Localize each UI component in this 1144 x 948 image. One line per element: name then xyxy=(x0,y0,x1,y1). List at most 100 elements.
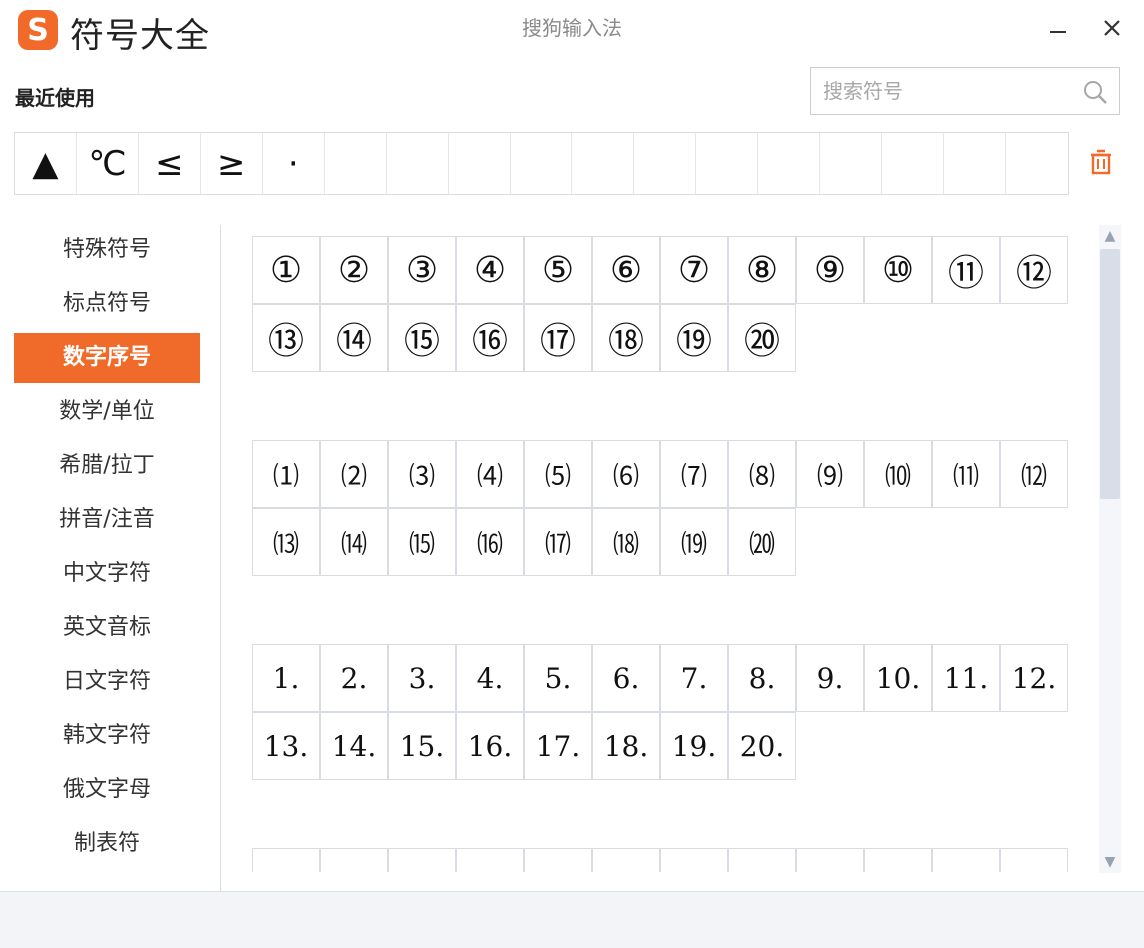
search-icon[interactable] xyxy=(1081,78,1109,106)
sidebar-item-1[interactable]: 标点符号 xyxy=(14,279,200,329)
symbol-cell[interactable]: ⑼ xyxy=(796,440,864,508)
symbol-cell[interactable]: 7. xyxy=(660,644,728,712)
symbol-cell[interactable]: ⑯ xyxy=(456,304,524,372)
symbol-cell[interactable]: VII xyxy=(660,848,728,872)
recent-symbol-cell[interactable]: ≤ xyxy=(139,133,201,194)
scrollbar-thumb[interactable] xyxy=(1100,249,1120,499)
search-box[interactable] xyxy=(810,67,1120,115)
symbol-cell[interactable]: 4. xyxy=(456,644,524,712)
recent-symbol-cell[interactable] xyxy=(634,133,697,194)
symbol-cell[interactable]: ⑨ xyxy=(796,236,864,304)
symbol-cell[interactable]: VI xyxy=(592,848,660,872)
symbol-cell[interactable]: II xyxy=(320,848,388,872)
symbol-cell[interactable]: ⑴ xyxy=(252,440,320,508)
symbol-cell[interactable]: XI xyxy=(932,848,1000,872)
symbol-cell[interactable]: 1. xyxy=(252,644,320,712)
recent-symbol-cell[interactable] xyxy=(758,133,821,194)
symbol-cell[interactable]: ④ xyxy=(456,236,524,304)
symbol-cell[interactable]: ③ xyxy=(388,236,456,304)
sidebar-item-5[interactable]: 拼音/注音 xyxy=(14,495,200,545)
sidebar-item-2[interactable]: 数字序号 xyxy=(14,333,200,383)
symbol-cell[interactable]: ② xyxy=(320,236,388,304)
symbol-cell[interactable]: ⑩ xyxy=(864,236,932,304)
symbol-cell[interactable]: 8. xyxy=(728,644,796,712)
symbol-cell[interactable]: ⑮ xyxy=(388,304,456,372)
vertical-scrollbar[interactable]: ▲ ▼ xyxy=(1099,225,1121,873)
symbol-cell[interactable]: ⑱ xyxy=(592,304,660,372)
symbol-cell[interactable]: ⒆ xyxy=(660,508,728,576)
symbol-cell[interactable]: ⑹ xyxy=(592,440,660,508)
recent-symbol-cell[interactable]: ℃ xyxy=(77,133,139,194)
symbol-cell[interactable]: ⑧ xyxy=(728,236,796,304)
symbol-cell[interactable]: ⑥ xyxy=(592,236,660,304)
symbol-cell[interactable]: ⑦ xyxy=(660,236,728,304)
symbol-cell[interactable]: IV xyxy=(456,848,524,872)
sidebar-item-10[interactable]: 俄文字母 xyxy=(14,765,200,815)
symbol-cell[interactable]: ⑵ xyxy=(320,440,388,508)
scroll-up-arrow-icon[interactable]: ▲ xyxy=(1099,225,1121,247)
symbol-cell[interactable]: ⑤ xyxy=(524,236,592,304)
minimize-button[interactable] xyxy=(1038,8,1078,48)
symbol-cell[interactable]: V xyxy=(524,848,592,872)
symbol-cell[interactable]: ⑻ xyxy=(728,440,796,508)
symbol-cell[interactable]: ⑺ xyxy=(660,440,728,508)
recent-symbol-cell[interactable] xyxy=(572,133,635,194)
symbol-cell[interactable]: XII xyxy=(1000,848,1068,872)
recent-symbol-cell[interactable] xyxy=(696,133,759,194)
sidebar-item-3[interactable]: 数学/单位 xyxy=(14,387,200,437)
recent-symbol-cell[interactable] xyxy=(325,133,387,194)
search-input[interactable] xyxy=(811,68,1085,114)
sidebar-item-11[interactable]: 制表符 xyxy=(14,819,200,869)
symbol-cell[interactable]: ⒇ xyxy=(728,508,796,576)
symbol-cell[interactable]: ⑶ xyxy=(388,440,456,508)
symbol-cell[interactable]: ⑿ xyxy=(1000,440,1068,508)
symbol-cell[interactable]: ① xyxy=(252,236,320,304)
symbol-cell[interactable]: 16. xyxy=(456,712,524,780)
recent-symbol-cell[interactable]: ≥ xyxy=(201,133,263,194)
close-button[interactable] xyxy=(1092,8,1132,48)
symbol-cell[interactable]: ⒀ xyxy=(252,508,320,576)
symbol-cell[interactable]: ⑽ xyxy=(864,440,932,508)
recent-symbol-cell[interactable] xyxy=(1006,133,1068,194)
symbol-cell[interactable]: I xyxy=(252,848,320,872)
symbol-cell[interactable]: 12. xyxy=(1000,644,1068,712)
symbol-cell[interactable]: 20. xyxy=(728,712,796,780)
recent-symbol-cell[interactable] xyxy=(511,133,573,194)
symbol-cell[interactable]: 19. xyxy=(660,712,728,780)
symbol-cell[interactable]: III xyxy=(388,848,456,872)
symbol-cell[interactable]: ⒄ xyxy=(524,508,592,576)
recent-symbol-cell[interactable]: ▲ xyxy=(15,133,77,194)
symbol-cell[interactable]: ⑷ xyxy=(456,440,524,508)
recent-symbol-cell[interactable] xyxy=(449,133,511,194)
recent-symbol-cell[interactable] xyxy=(820,133,883,194)
symbol-cell[interactable]: 2. xyxy=(320,644,388,712)
symbol-cell[interactable]: 13. xyxy=(252,712,320,780)
symbol-cell[interactable]: 9. xyxy=(796,644,864,712)
sidebar-item-4[interactable]: 希腊/拉丁 xyxy=(14,441,200,491)
symbol-cell[interactable]: ⑫ xyxy=(1000,236,1068,304)
symbol-cell[interactable]: VIII xyxy=(728,848,796,872)
symbol-cell[interactable]: 14. xyxy=(320,712,388,780)
recent-symbol-cell[interactable] xyxy=(944,133,1006,194)
sidebar-item-7[interactable]: 英文音标 xyxy=(14,603,200,653)
symbol-cell[interactable]: ⒅ xyxy=(592,508,660,576)
symbol-cell[interactable]: 11. xyxy=(932,644,1000,712)
symbol-cell[interactable]: ⒃ xyxy=(456,508,524,576)
symbol-cell[interactable]: 17. xyxy=(524,712,592,780)
symbol-cell[interactable]: ⑪ xyxy=(932,236,1000,304)
recent-symbol-cell[interactable] xyxy=(387,133,449,194)
symbol-cell[interactable]: 3. xyxy=(388,644,456,712)
sidebar-item-0[interactable]: 特殊符号 xyxy=(14,225,200,275)
symbol-cell[interactable]: ⒁ xyxy=(320,508,388,576)
symbol-cell[interactable]: 15. xyxy=(388,712,456,780)
symbol-cell[interactable]: 10. xyxy=(864,644,932,712)
symbol-cell[interactable]: 18. xyxy=(592,712,660,780)
recent-symbol-cell[interactable]: · xyxy=(263,133,325,194)
sidebar-item-8[interactable]: 日文字符 xyxy=(14,657,200,707)
symbol-cell[interactable]: ⑬ xyxy=(252,304,320,372)
symbol-cell[interactable]: ⑰ xyxy=(524,304,592,372)
symbol-cell[interactable]: 5. xyxy=(524,644,592,712)
recent-symbol-cell[interactable] xyxy=(882,133,945,194)
symbol-cell[interactable]: IX xyxy=(796,848,864,872)
trash-icon[interactable] xyxy=(1088,148,1114,176)
